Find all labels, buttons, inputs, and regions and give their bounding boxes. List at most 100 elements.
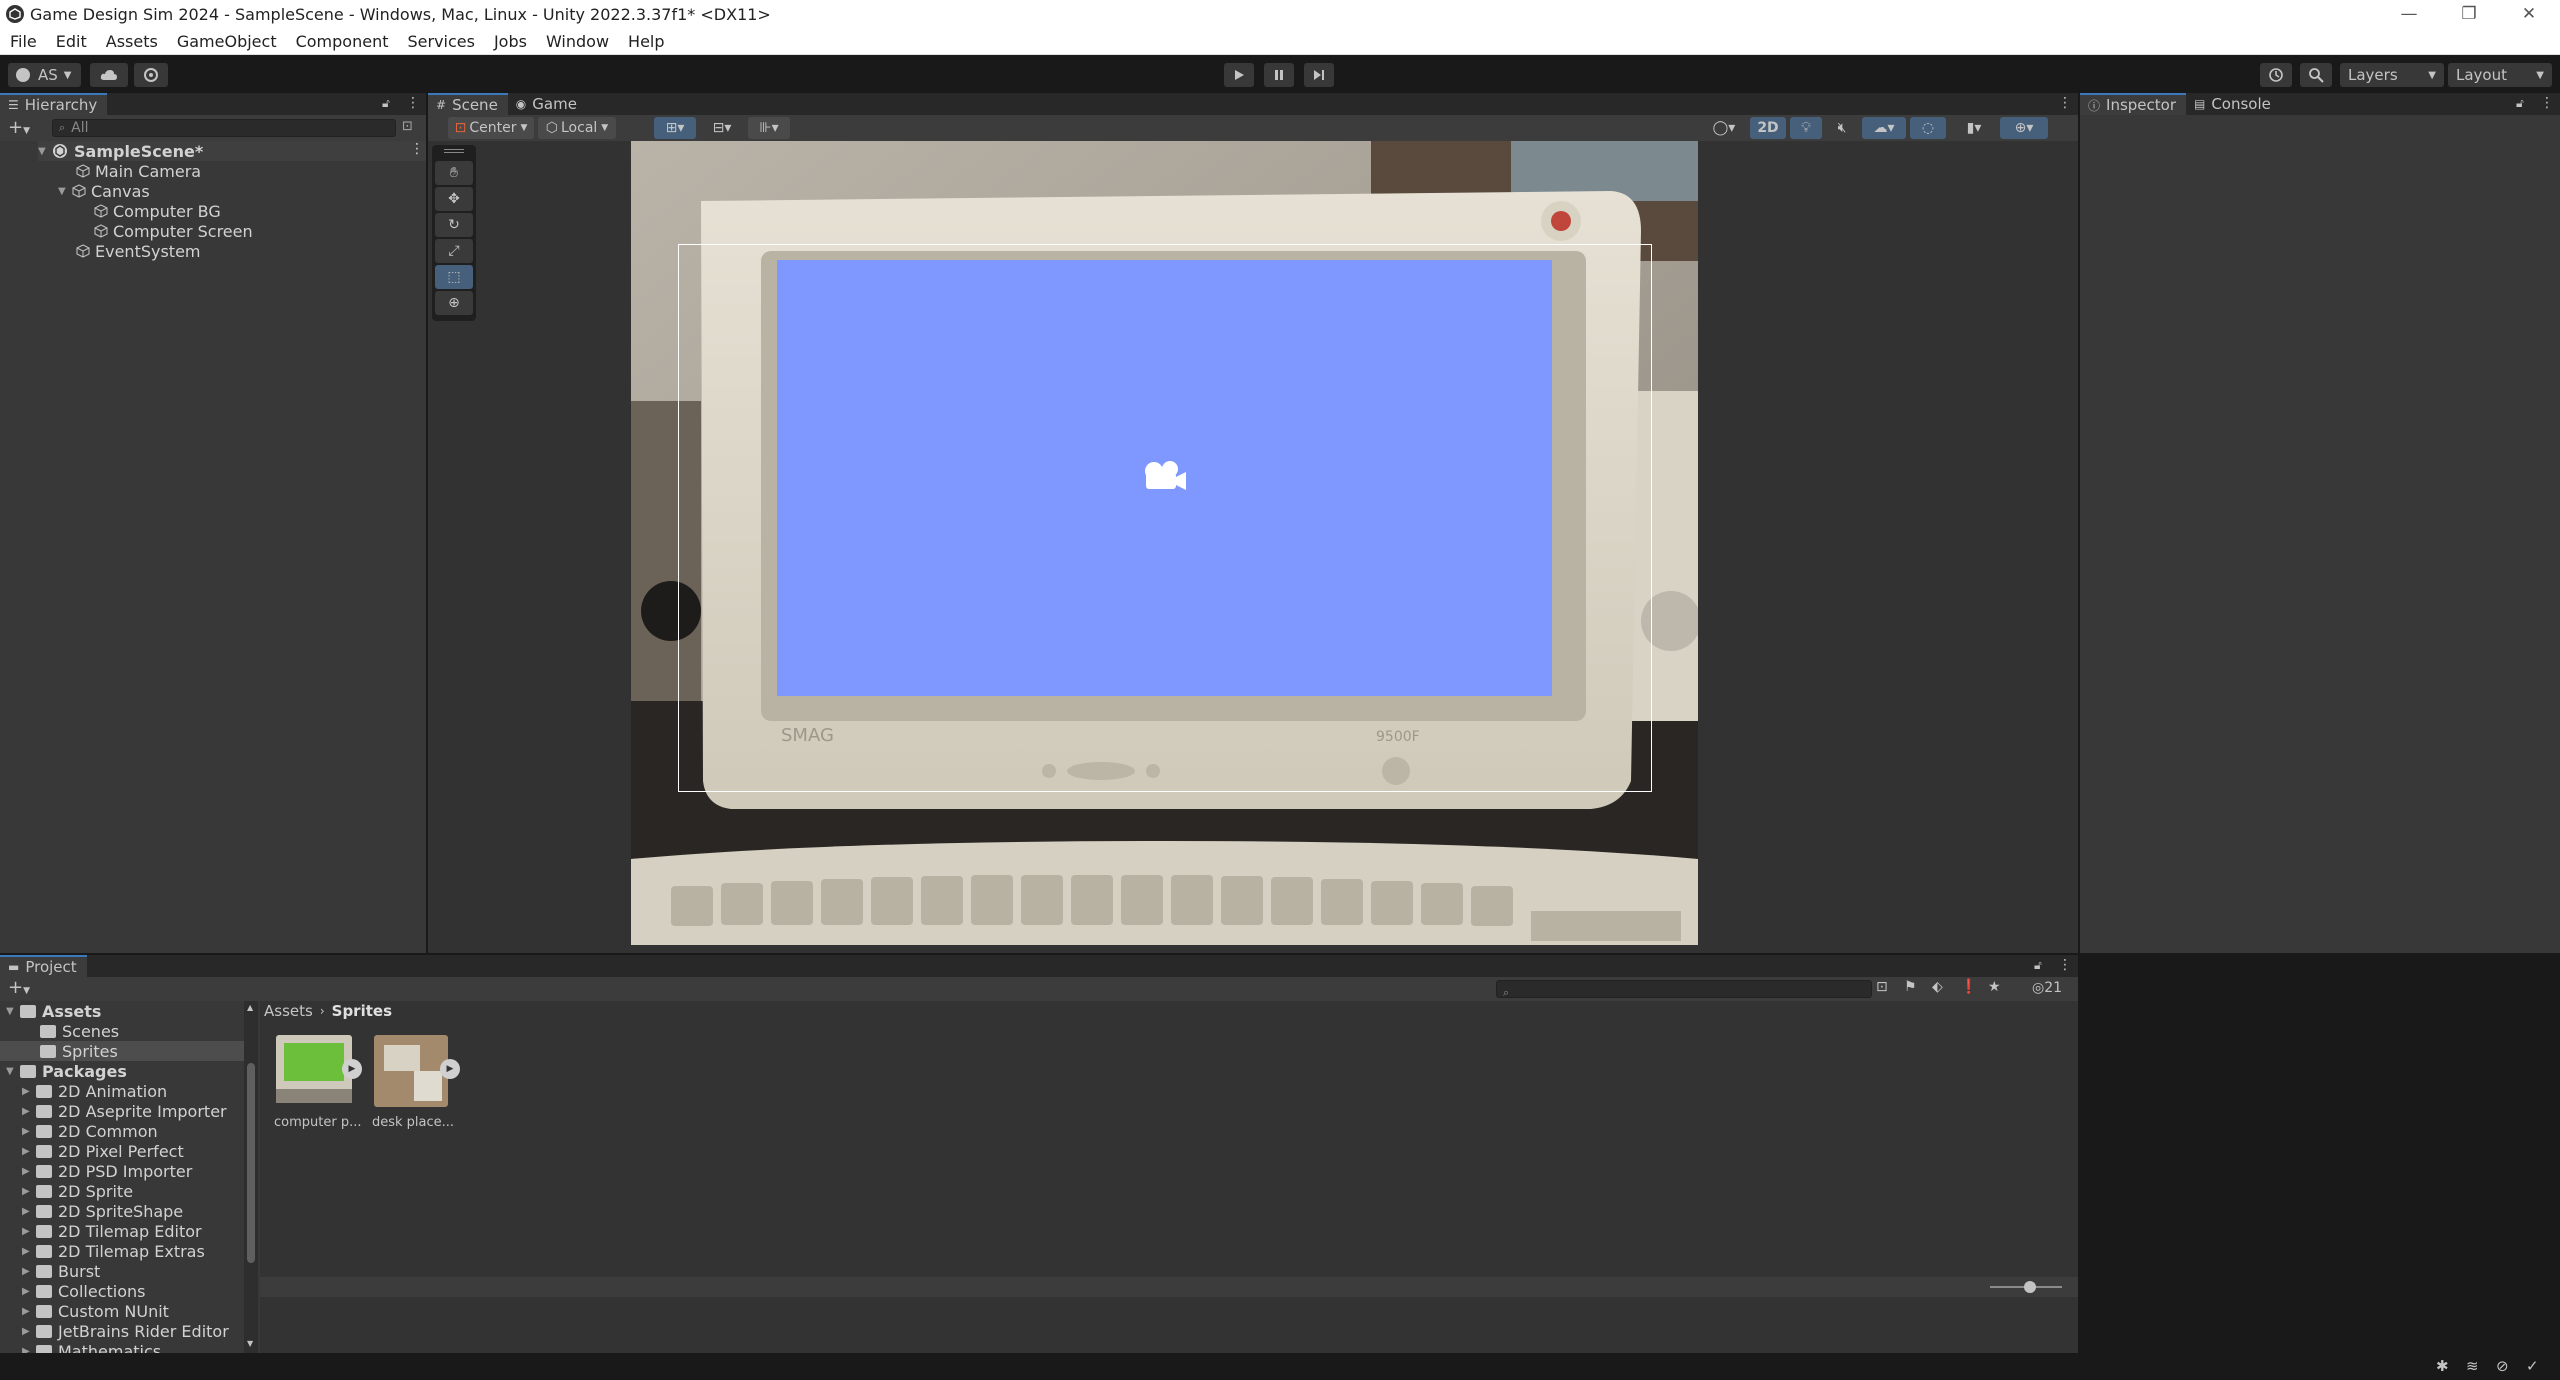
menu-jobs[interactable]: Jobs — [484, 28, 536, 55]
kebab-menu-icon[interactable]: ⋮ — [406, 95, 420, 111]
tree-folder-sprites[interactable]: Sprites — [0, 1041, 244, 1061]
tree-package[interactable]: ▶ JetBrains Rider Editor — [22, 1321, 229, 1341]
tab-inspector[interactable]: ⓘ Inspector — [2080, 93, 2186, 115]
collapsed-triangle-icon[interactable]: ▶ — [22, 1166, 32, 1177]
kebab-menu-icon[interactable]: ⋮ — [410, 141, 424, 157]
collapsed-triangle-icon[interactable]: ▶ — [22, 1306, 32, 1317]
hierarchy-item-canvas[interactable]: ▼ Canvas — [58, 181, 150, 201]
cloud-button[interactable] — [90, 63, 128, 87]
hidden-packages-count[interactable]: ◎21 — [2032, 980, 2062, 996]
tab-game[interactable]: ◉ Game — [508, 93, 587, 115]
hand-tool-button[interactable]: ✋︎ — [435, 161, 473, 185]
hierarchy-item-eventsystem[interactable]: EventSystem — [76, 241, 201, 261]
scene-row[interactable]: ▼ SampleScene* ⋮ — [38, 141, 426, 161]
grid-visibility-dropdown[interactable]: ⊪▾ — [748, 117, 790, 139]
tab-console[interactable]: ▤ Console — [2186, 93, 2281, 115]
expand-triangle-icon[interactable]: ▼ — [58, 186, 68, 197]
lock-icon[interactable]: 🔓︎ — [2034, 958, 2042, 973]
pause-button[interactable] — [1264, 63, 1294, 87]
tree-packages[interactable]: ▼ Packages — [6, 1061, 127, 1081]
menu-gameobject[interactable]: GameObject — [167, 28, 286, 55]
collapsed-triangle-icon[interactable]: ▶ — [22, 1226, 32, 1237]
tree-package[interactable]: ▶ Burst — [22, 1261, 100, 1281]
collapsed-triangle-icon[interactable]: ▶ — [22, 1186, 32, 1197]
transform-tool-button[interactable]: ⊕ — [435, 291, 473, 315]
tree-package[interactable]: ▶ Custom NUnit — [22, 1301, 169, 1321]
step-button[interactable] — [1304, 63, 1334, 87]
tree-package[interactable]: ▶ Collections — [22, 1281, 145, 1301]
tree-package[interactable]: ▶ 2D PSD Importer — [22, 1161, 192, 1181]
expand-triangle-icon[interactable]: ▼ — [38, 146, 48, 157]
tree-package[interactable]: ▶ 2D Common — [22, 1121, 158, 1141]
maximize-button[interactable]: ❐ — [2440, 0, 2498, 28]
tree-package[interactable]: ▶ 2D Sprite — [22, 1181, 133, 1201]
menu-edit[interactable]: Edit — [46, 28, 96, 55]
rotate-tool-button[interactable]: ↻ — [435, 213, 473, 237]
audio-toggle-button[interactable]: 🔇︎ — [1826, 117, 1858, 139]
progress-check-icon[interactable]: ✓ — [2526, 1357, 2539, 1375]
move-tool-button[interactable]: ✥ — [435, 187, 473, 211]
kebab-menu-icon[interactable]: ⋮ — [2058, 95, 2072, 111]
space-local-dropdown[interactable]: ⬡ Local ▼ — [538, 117, 616, 139]
menu-component[interactable]: Component — [286, 28, 398, 55]
search-by-label-icon[interactable]: ⚑ — [1904, 979, 1917, 995]
collapsed-triangle-icon[interactable]: ▶ — [22, 1346, 32, 1354]
asset-file[interactable]: ▶ desk place... — [372, 1035, 460, 1135]
tree-package[interactable]: ▶ 2D SpriteShape — [22, 1201, 183, 1221]
play-button[interactable] — [1224, 63, 1254, 87]
expand-triangle-icon[interactable]: ▼ — [6, 1006, 16, 1017]
gizmos-dropdown[interactable]: ⊕▾ — [2000, 117, 2048, 139]
history-button[interactable] — [2260, 63, 2292, 87]
scroll-down-icon[interactable]: ▼ — [247, 1339, 253, 1348]
tree-package[interactable]: ▶ Mathematics — [22, 1341, 161, 1353]
add-object-button[interactable]: +▼ — [8, 117, 30, 138]
rect-tool-button[interactable]: ⬚ — [435, 265, 473, 289]
tree-package[interactable]: ▶ 2D Animation — [22, 1081, 167, 1101]
camera-gizmo-icon[interactable] — [1140, 459, 1190, 495]
collapsed-triangle-icon[interactable]: ▶ — [22, 1146, 32, 1157]
hierarchy-item-main-camera[interactable]: Main Camera — [76, 161, 201, 181]
auto-generate-lighting-icon[interactable]: ⊘ — [2496, 1357, 2509, 1375]
warning-icon[interactable]: ❗ — [1960, 979, 1977, 995]
search-by-type-icon[interactable]: ⊡ — [1876, 979, 1888, 995]
tab-scene[interactable]: # Scene — [428, 93, 508, 115]
menu-services[interactable]: Services — [397, 28, 483, 55]
search-button[interactable] — [2300, 63, 2332, 87]
scene-viewport[interactable]: SMAG 9500F ✋︎ ✥ ↻ ⤢ ⬚ ⊕ — [428, 141, 2078, 953]
collapsed-triangle-icon[interactable]: ▶ — [22, 1286, 32, 1297]
debug-icon[interactable]: ✱ — [2436, 1357, 2449, 1375]
kebab-menu-icon[interactable]: ⋮ — [2058, 957, 2072, 973]
2d-toggle-button[interactable]: 2D — [1750, 117, 1786, 139]
tree-scrollbar[interactable]: ▲ ▼ — [244, 1001, 258, 1353]
tag-icon[interactable]: ⬖ — [1932, 979, 1943, 995]
tree-assets[interactable]: ▼ Assets — [6, 1001, 101, 1021]
tree-package[interactable]: ▶ 2D Aseprite Importer — [22, 1101, 227, 1121]
layers-dropdown[interactable]: Layers ▼ — [2340, 63, 2444, 87]
collapsed-triangle-icon[interactable]: ▶ — [22, 1086, 32, 1097]
close-button[interactable]: ✕ — [2500, 0, 2558, 28]
expand-sprite-icon[interactable]: ▶ — [342, 1059, 362, 1079]
scrollbar-thumb[interactable] — [247, 1063, 255, 1263]
lock-icon[interactable]: 🔓︎ — [382, 96, 390, 111]
collapsed-triangle-icon[interactable]: ▶ — [22, 1266, 32, 1277]
layout-dropdown[interactable]: Layout ▼ — [2448, 63, 2552, 87]
menu-file[interactable]: File — [0, 28, 46, 55]
hierarchy-item-computer-screen[interactable]: Computer Screen — [94, 221, 253, 241]
collapsed-triangle-icon[interactable]: ▶ — [22, 1126, 32, 1137]
menu-help[interactable]: Help — [618, 28, 673, 55]
tree-package[interactable]: ▶ 2D Tilemap Extras — [22, 1241, 205, 1261]
expand-sprite-icon[interactable]: ▶ — [440, 1059, 460, 1079]
scroll-up-icon[interactable]: ▲ — [247, 1003, 253, 1012]
grid-snap-toggle[interactable]: ⊞▾ — [654, 117, 696, 139]
menu-window[interactable]: Window — [536, 28, 618, 55]
hierarchy-item-computer-bg[interactable]: Computer BG — [94, 201, 221, 221]
account-button[interactable]: AS ▼ — [8, 63, 81, 87]
tab-hierarchy[interactable]: ☰ Hierarchy — [0, 93, 108, 115]
scale-tool-button[interactable]: ⤢ — [435, 239, 473, 263]
minimize-button[interactable]: — — [2380, 0, 2438, 28]
scene-search-icon[interactable]: ⊡ — [402, 119, 413, 134]
lock-icon[interactable]: 🔓︎ — [2516, 96, 2524, 111]
shading-mode-dropdown[interactable]: ◯▾ — [1704, 117, 1744, 139]
breadcrumb-assets[interactable]: Assets — [264, 1002, 313, 1020]
snap-increment-dropdown[interactable]: ⊟▾ — [702, 117, 742, 139]
